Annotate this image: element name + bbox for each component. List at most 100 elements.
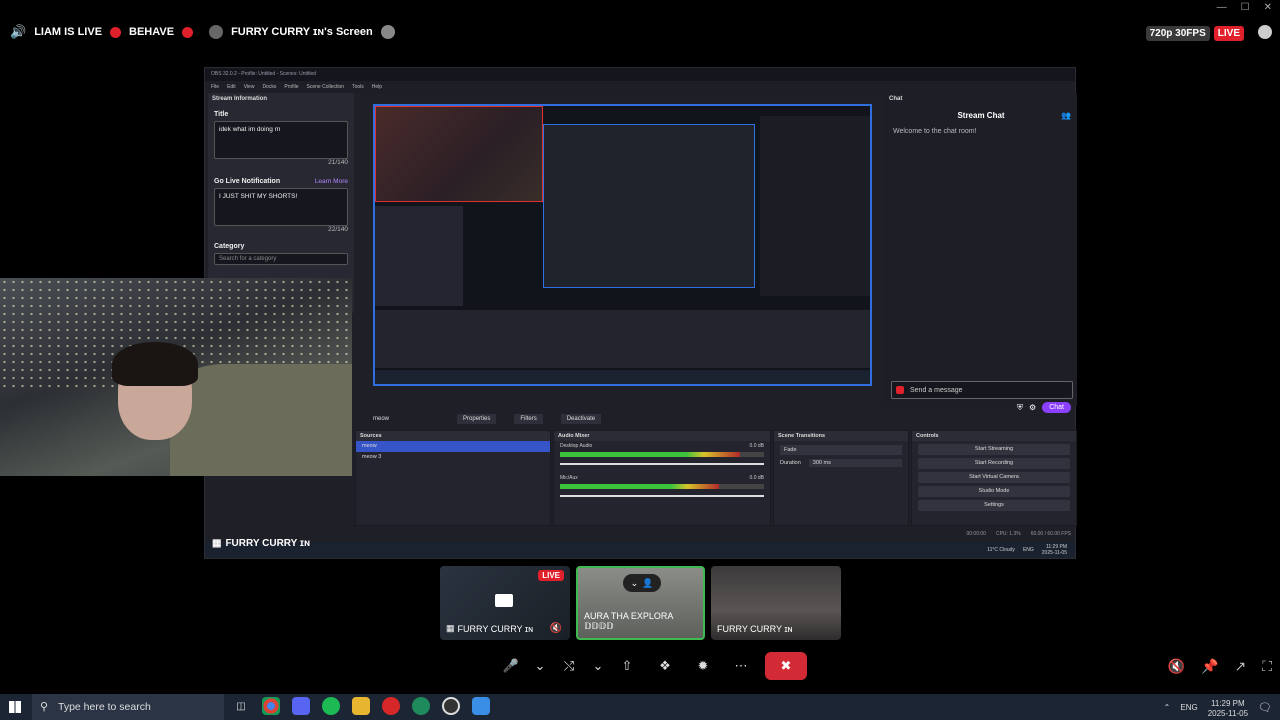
sources-dock: Sources meow meow 3	[355, 430, 551, 526]
stream-tag: BEHAVE	[129, 26, 175, 38]
clock-date: 2025-11-05	[1207, 708, 1249, 718]
dock-header: Sources	[356, 431, 550, 441]
emote-icon[interactable]	[896, 386, 904, 394]
obs-icon[interactable]	[442, 697, 460, 715]
taskbar-search[interactable]: ⚲ Type here to search	[32, 694, 224, 720]
menu-item[interactable]: File	[211, 84, 219, 90]
spotify-icon[interactable]	[322, 697, 340, 715]
menu-item[interactable]: Docks	[262, 84, 276, 90]
window-controls: — ☐ ✕	[1217, 2, 1272, 13]
title-field[interactable]: idek what im doing rn	[214, 121, 348, 159]
webcam-owner: FURRY CURRY ɪɴ	[225, 538, 311, 549]
studio-mode-button[interactable]: Studio Mode	[918, 486, 1070, 497]
maximize-icon[interactable]: ☐	[1241, 2, 1250, 13]
obs-menu-bar: File Edit View Docks Profile Scene Colle…	[205, 81, 1075, 93]
menu-item[interactable]: Tools	[352, 84, 364, 90]
activities-icon[interactable]: ❖	[651, 652, 679, 680]
status-fps: 60.00 / 60.00 FPS	[1030, 531, 1071, 537]
blanket	[170, 364, 352, 476]
dock-header: Scene Transitions	[774, 431, 908, 441]
volume-slider[interactable]	[560, 495, 764, 497]
speaker-icon[interactable]: 🔊	[10, 24, 26, 40]
golive-field[interactable]: I JUST SHIT MY SHORTS!	[214, 188, 348, 226]
start-recording-button[interactable]: Start Recording	[918, 458, 1070, 469]
status-time: 00:00:00	[966, 531, 986, 537]
chrome-icon[interactable]	[262, 697, 280, 715]
tile-menu[interactable]: ⌄ 👤	[623, 574, 661, 592]
search-placeholder: Type here to search	[58, 701, 151, 713]
chevron-down-icon[interactable]: ⌄	[593, 652, 604, 680]
gear-icon[interactable]: ⚙	[1029, 403, 1036, 412]
webcam-label: ▦ FURRY CURRY ɪɴ	[212, 538, 310, 549]
participant-tile[interactable]: FURRY CURRY ɪɴ	[711, 566, 841, 640]
folder-icon[interactable]	[352, 697, 370, 715]
send-message-field[interactable]: Send a message	[891, 381, 1073, 399]
share-screen-icon[interactable]: ⇧	[613, 652, 641, 680]
notifications-icon[interactable]: 🗨	[1258, 701, 1272, 714]
transition-select[interactable]: Fade	[780, 445, 902, 455]
chat-dock: Chat Stream Chat 👥 Welcome to the chat r…	[885, 93, 1077, 413]
fullscreen-icon[interactable]: ⛶	[1262, 658, 1272, 675]
monitor-icon: ▦	[446, 623, 455, 633]
chat-bubble-icon[interactable]	[1258, 25, 1272, 39]
controls-dock: Controls Start Streaming Start Recording…	[911, 430, 1077, 526]
pin-icon[interactable]: 📌	[1201, 658, 1218, 675]
settings-button[interactable]: Settings	[918, 500, 1070, 511]
chat-send-button[interactable]: Chat	[1042, 402, 1071, 413]
tile-label: FURRY CURRY ɪɴ	[717, 624, 793, 634]
avatar	[380, 25, 395, 39]
microphone-icon[interactable]: 🎤	[497, 652, 525, 680]
source-item[interactable]: meow 3	[356, 452, 550, 463]
person-hair	[112, 342, 198, 386]
monitor-icon: ▦	[212, 538, 222, 549]
add-user-icon[interactable]: 👤	[642, 578, 653, 589]
participant-tile[interactable]: ⌄ 👤 AURA THA EXPLORA 𝔻𝔻𝔻𝔻	[576, 566, 705, 640]
camera-off-icon[interactable]: ⤭	[555, 652, 583, 680]
more-options-icon[interactable]: ⋯	[727, 652, 755, 680]
menu-item[interactable]: View	[244, 84, 255, 90]
popout-icon[interactable]: ↗	[1234, 658, 1246, 675]
chevron-down-icon[interactable]: ⌄	[535, 652, 546, 680]
end-call-button[interactable]: ✖	[765, 652, 807, 680]
title-count: 21/140	[328, 159, 348, 166]
learn-more-link[interactable]: Learn More	[315, 178, 348, 185]
red-circle-icon	[110, 26, 122, 38]
menu-item[interactable]: Help	[372, 84, 382, 90]
close-icon[interactable]: ✕	[1264, 2, 1272, 13]
volume-slider[interactable]	[560, 463, 764, 465]
volume-mute-icon[interactable]: 🔇	[1168, 658, 1185, 675]
minimize-icon[interactable]: —	[1217, 2, 1227, 13]
duration-field[interactable]: 300 ms	[808, 459, 902, 467]
filters-button[interactable]: Filters	[514, 414, 543, 424]
menu-item[interactable]: Edit	[227, 84, 236, 90]
start-streaming-button[interactable]: Start Streaming	[918, 444, 1070, 455]
discord-icon[interactable]	[292, 697, 310, 715]
users-icon[interactable]: 👥	[1061, 111, 1071, 120]
app-icon[interactable]	[472, 697, 490, 715]
audio-meter	[560, 484, 720, 489]
menu-item[interactable]: Profile	[284, 84, 298, 90]
menu-item[interactable]: Scene Collection	[307, 84, 345, 90]
start-virtual-camera-button[interactable]: Start Virtual Camera	[918, 472, 1070, 483]
app-icon[interactable]	[412, 697, 430, 715]
channel-db: 0.0 dB	[749, 475, 764, 481]
shield-icon[interactable]: ⛨	[1017, 403, 1023, 413]
preview-nested-docks	[375, 310, 870, 368]
category-search[interactable]: Search for a category	[214, 253, 348, 265]
tile-label: ▦ FURRY CURRY ɪɴ	[446, 623, 533, 634]
chevron-up-icon[interactable]: ⌃	[1164, 703, 1171, 712]
preview-nested-chat	[760, 116, 870, 296]
chevron-down-icon[interactable]: ⌄	[631, 578, 639, 589]
audio-meter	[560, 452, 740, 457]
properties-button[interactable]: Properties	[457, 414, 497, 424]
source-item[interactable]: meow	[356, 441, 550, 452]
app-icon[interactable]	[382, 697, 400, 715]
soundboard-icon[interactable]: ✹	[689, 652, 717, 680]
dock-header: Chat	[889, 96, 903, 102]
task-view-icon[interactable]: ◫	[232, 697, 250, 715]
preview-webcam-capture	[375, 106, 543, 202]
participant-tile[interactable]: LIVE ▦ FURRY CURRY ɪɴ 🔇	[440, 566, 570, 640]
deactivate-button[interactable]: Deactivate	[560, 414, 602, 424]
windows-start-icon[interactable]	[9, 701, 21, 713]
status-cpu: CPU: 1.3%	[995, 531, 1021, 537]
